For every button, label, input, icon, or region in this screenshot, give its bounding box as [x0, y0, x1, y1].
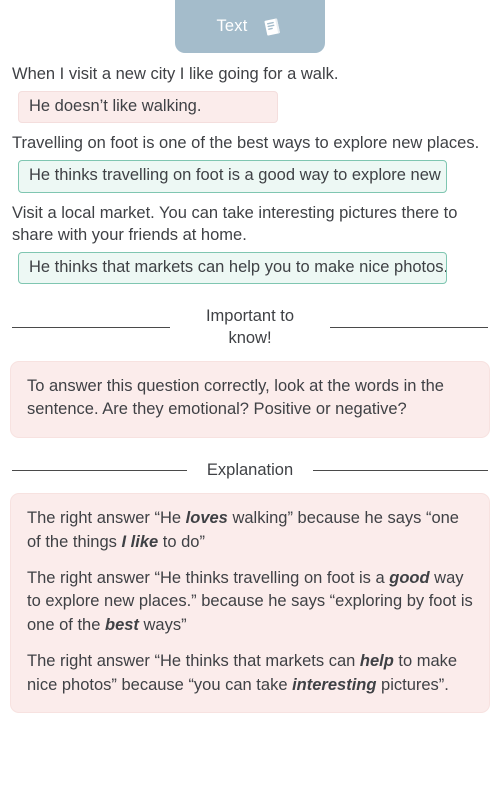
divider-left	[12, 470, 187, 471]
task-item: When I visit a new city I like going for…	[10, 64, 490, 124]
explanation-title: Explanation	[206, 460, 294, 479]
explanation-keyword: I like	[121, 532, 159, 551]
explanation-text: The right answer “He	[27, 509, 186, 528]
explanation-keyword: good	[389, 569, 430, 588]
explanation-keyword: loves	[185, 509, 228, 528]
explanation-text: The right answer “He thinks travelling o…	[27, 569, 390, 588]
task-item: Travelling on foot is one of the best wa…	[10, 133, 490, 193]
important-to-know-heading: Important to know!	[10, 306, 490, 349]
answer-chip-right[interactable]: He thinks that markets can help you to m…	[18, 251, 447, 285]
explanation-paragraph: The right answer “He loves walking” beca…	[27, 507, 473, 554]
divider-left	[12, 327, 170, 328]
sentence-text: Visit a local market. You can take inter…	[12, 203, 458, 244]
book-icon	[262, 16, 284, 38]
explanation-paragraph: The right answer “He thinks that markets…	[27, 650, 473, 697]
divider-right	[330, 327, 488, 328]
explanation-panel: The right answer “He loves walking” beca…	[10, 493, 490, 714]
answer-chip-wrong[interactable]: He doesn’t like walking.	[18, 90, 278, 124]
task-item: Visit a local market. You can take inter…	[10, 203, 490, 285]
important-to-know-title: Important to know!	[205, 307, 295, 347]
explanation-text: pictures”.	[376, 675, 449, 694]
explanation-heading: Explanation	[10, 460, 490, 481]
divider-right	[313, 470, 489, 471]
sentence-text: When I visit a new city I like going for…	[12, 65, 339, 83]
important-to-know-panel: To answer this question correctly, look …	[10, 360, 490, 438]
tab-text[interactable]: Text	[175, 0, 325, 53]
answer-chip-right[interactable]: He thinks travelling on foot is a good w…	[18, 160, 447, 193]
explanation-keyword: interesting	[292, 675, 377, 694]
explanation-paragraph: The right answer “He thinks travelling o…	[27, 567, 473, 637]
explanation-text: ways”	[138, 615, 187, 634]
explanation-keyword: best	[104, 615, 139, 634]
sentence-text: Travelling on foot is one of the best wa…	[12, 134, 480, 153]
task-content: When I visit a new city I like going for…	[0, 64, 500, 714]
tab-bar: Text	[0, 0, 500, 53]
explanation-text: The right answer “He thinks that markets…	[27, 652, 360, 671]
explanation-keyword: help	[359, 652, 394, 671]
important-to-know-body: To answer this question correctly, look …	[27, 376, 444, 419]
tab-label: Text	[216, 17, 248, 35]
explanation-text: to do”	[158, 532, 205, 551]
